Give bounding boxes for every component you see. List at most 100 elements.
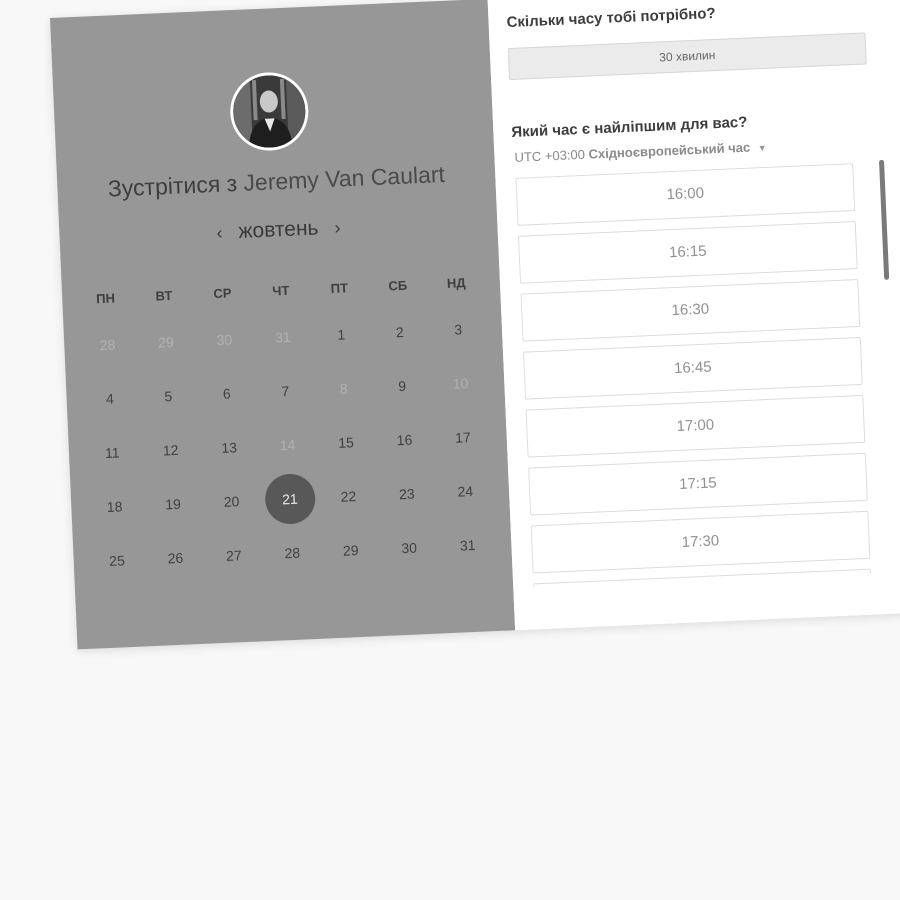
calendar-day[interactable]: 7 [256, 382, 315, 401]
next-month-button[interactable]: › [334, 217, 341, 238]
host-photo [231, 73, 307, 150]
calendar-day[interactable]: 22 [319, 487, 378, 506]
calendar-day[interactable]: 25 [87, 551, 146, 570]
calendar-day[interactable]: 31 [438, 536, 497, 555]
time-slot-button[interactable]: 16:15 [517, 221, 858, 284]
timezone-offset: UTC +03:00 [514, 146, 586, 165]
calendar-day-number: 27 [225, 547, 242, 564]
calendar-grid: ПН ВТ СР ЧТ ПТ СБ НД 28 29 30 31 1 2 3 4 5 6 7 8 9 10 11 12 13… [75, 261, 498, 589]
calendar-day-number: 29 [157, 333, 175, 351]
calendar-day-number: 31 [274, 328, 292, 346]
calendar-day-number: 2 [395, 323, 405, 341]
calendar-day[interactable]: 16 [375, 431, 434, 450]
calendar-day: 30 [195, 330, 254, 349]
calendar-day[interactable]: 3 [429, 320, 488, 339]
calendar-day: 28 [78, 336, 137, 355]
booking-panel: Скільки часу тобі потрібно? 30 хвилин Як… [487, 0, 900, 631]
calendar-day-number: 14 [279, 436, 296, 454]
calendar-day-number: 28 [99, 336, 116, 354]
calendar-day[interactable]: 1 [312, 325, 371, 344]
calendar-day-number: 16 [396, 431, 413, 449]
slot-list-scrollbar[interactable] [878, 159, 890, 280]
time-slot-list: 16:00 16:15 16:30 16:45 17:00 17:15 17:30 [515, 162, 893, 588]
calendar-day-number: 30 [216, 331, 233, 349]
calendar-day-number: 21 [263, 472, 317, 526]
host-name: Jeremy Van Caulart [242, 160, 446, 196]
calendar-day-number: 11 [104, 444, 120, 462]
calendar-body: 28 29 30 31 1 2 3 4 5 6 7 8 9 10 11 12 13 14 15 16 17 18 19 20 2… [77, 301, 498, 589]
timezone-name: Східноєвропейський час [588, 139, 751, 162]
calendar-day-number: 13 [221, 439, 238, 456]
weekday-label: ПН [95, 289, 116, 306]
caret-down-icon: ▼ [757, 142, 767, 154]
calendar-day-number: 20 [223, 493, 240, 510]
calendar-day-number: 6 [222, 385, 232, 402]
calendar-day-number: 30 [401, 539, 418, 557]
calendar-day-number: 10 [452, 375, 469, 392]
time-slot-button[interactable]: 17:15 [528, 452, 868, 516]
calendar-day[interactable]: 9 [373, 377, 432, 396]
calendar-day-number: 8 [339, 380, 348, 397]
weekday-label: ВТ [155, 287, 173, 304]
time-slot-button[interactable]: 16:45 [523, 336, 863, 400]
calendar-day[interactable]: 17 [433, 428, 492, 447]
time-question: Який час є найліпшим для вас? [511, 113, 748, 141]
prev-month-button[interactable]: ‹ [216, 222, 223, 243]
calendar-day[interactable]: 19 [143, 495, 202, 514]
calendar-day[interactable]: 24 [436, 482, 495, 501]
time-slot-button[interactable]: 17:30 [530, 510, 871, 574]
calendar-day-number: 26 [167, 549, 184, 567]
calendar-day-number: 22 [340, 488, 357, 505]
calendar-day-number: 4 [105, 390, 115, 407]
weekday-label: ЧТ [271, 282, 290, 299]
time-slot-button[interactable]: 17:00 [525, 394, 866, 458]
calendar-day-number: 17 [454, 429, 472, 446]
calendar-day[interactable]: 29 [321, 541, 380, 560]
calendar-day[interactable]: 27 [204, 546, 263, 565]
calendar-day: 8 [314, 379, 373, 398]
page: Зустрітися з Jeremy Van Caulart ‹ жовтен… [0, 0, 900, 900]
calendar-day[interactable]: 4 [80, 389, 139, 408]
calendar-day[interactable]: 30 [380, 539, 439, 558]
calendar-day-number: 28 [284, 544, 301, 562]
calendar-day-number: 24 [457, 483, 474, 500]
calendar-day[interactable]: 26 [146, 549, 205, 568]
calendar-day[interactable]: 18 [85, 497, 144, 516]
calendar-day: 29 [136, 333, 195, 352]
calendar-day[interactable]: 20 [202, 492, 261, 511]
calendar-day-number: 29 [342, 542, 359, 559]
duration-question: Скільки часу тобі потрібно? [506, 4, 716, 32]
weekday-label: СБ [388, 277, 408, 293]
month-label: жовтень [237, 216, 319, 243]
scheduling-widget: Зустрітися з Jeremy Van Caulart ‹ жовтен… [50, 0, 900, 650]
time-slot-button[interactable] [533, 568, 873, 588]
calendar-day[interactable]: 28 [263, 544, 322, 563]
calendar-day: 10 [431, 374, 490, 393]
calendar-day-number: 31 [459, 536, 476, 554]
calendar-day[interactable]: 5 [139, 387, 198, 406]
calendar-day: 14 [258, 436, 317, 455]
calendar-day-number: 19 [164, 495, 182, 513]
duration-select[interactable]: 30 хвилин [507, 32, 867, 81]
calendar-day[interactable]: 12 [141, 441, 200, 460]
calendar-day-number: 18 [106, 498, 123, 515]
calendar-day-number: 5 [164, 388, 173, 405]
calendar-day[interactable]: 13 [200, 438, 259, 457]
weekday-label: СР [213, 284, 232, 301]
host-avatar [228, 70, 310, 153]
calendar-day[interactable]: 2 [370, 323, 429, 342]
calendar-day-number: 1 [337, 326, 346, 343]
calendar-panel: Зустрітися з Jeremy Van Caulart ‹ жовтен… [50, 0, 516, 650]
time-slot-button[interactable]: 16:00 [515, 163, 856, 226]
calendar-day-selected[interactable]: 21 [260, 472, 321, 526]
calendar-day[interactable]: 6 [197, 384, 256, 403]
calendar-day-number: 3 [453, 321, 463, 338]
timezone-select[interactable]: UTC +03:00 Східноєвропейський час ▼ [514, 139, 767, 165]
calendar-day[interactable]: 23 [377, 485, 436, 504]
calendar-day[interactable]: 15 [316, 433, 375, 452]
calendar-day[interactable]: 11 [83, 443, 142, 462]
calendar-day: 31 [253, 328, 312, 347]
meet-prefix: Зустрітися з [107, 170, 238, 202]
time-slot-button[interactable]: 16:30 [520, 278, 861, 342]
calendar-day-number: 25 [108, 552, 126, 569]
